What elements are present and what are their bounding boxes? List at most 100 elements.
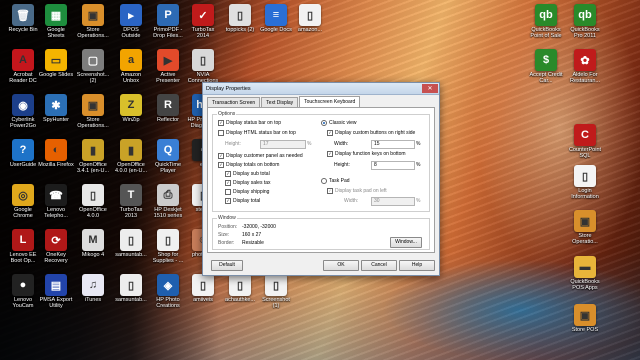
desktop-icon[interactable]: 🗑 Recycle Bin xyxy=(5,4,41,48)
display-custom-panel-checkbox[interactable]: ✓ xyxy=(218,153,224,159)
classic-view-radio[interactable] xyxy=(321,120,327,126)
dialog-titlebar[interactable]: Display Properties ✕ xyxy=(203,83,439,95)
desktop-icon[interactable]: ▯ Login Information xyxy=(567,165,603,209)
task-pad-width-field[interactable]: 30 xyxy=(371,197,415,206)
desktop-icon[interactable]: Q QuickTime Player xyxy=(150,139,186,183)
desktop-icon[interactable]: ▭ Google Slides xyxy=(38,49,74,93)
display-shipping-checkbox[interactable] xyxy=(225,189,231,195)
desktop-icon[interactable]: ✓ TurboTax 2014 xyxy=(185,4,221,48)
desktop-icon[interactable]: ◐ Mozilla Firefox xyxy=(38,139,74,183)
display-custom-buttons-option[interactable]: ✓ Display custom buttons on right side xyxy=(327,130,415,136)
display-sales-tax-checkbox[interactable]: ✓ xyxy=(225,180,231,186)
desktop-icon[interactable]: ◉ Cyberlink Power2Go xyxy=(5,94,41,138)
desktop-icon[interactable]: ▯ toppicks (2) xyxy=(222,4,258,48)
desktop-icon[interactable]: ▯ amazon... xyxy=(292,4,328,48)
nvia-icon: ▯ xyxy=(192,49,214,71)
display-function-keys-checkbox[interactable]: ✓ xyxy=(327,151,333,157)
display-totals-option[interactable]: ✓ Display totals on bottom xyxy=(218,162,279,168)
desktop-icon-label: Lenovo Telepho... xyxy=(44,207,68,219)
desktop-icon[interactable]: A Acrobat Reader DC xyxy=(5,49,41,93)
file-icon: ▯ xyxy=(229,4,251,26)
custom-buttons-width-unit-label: % xyxy=(416,141,421,147)
desktop-icon-label: TurboTax 2014 xyxy=(191,27,215,39)
pmsa-icon: ▤ xyxy=(45,274,67,296)
desktop-icon[interactable]: ⟳ OneKey Recovery xyxy=(38,229,74,273)
task-pad-radio[interactable] xyxy=(321,178,327,184)
desktop-icon[interactable]: qb QuickBooks Pro 2011 xyxy=(567,4,603,48)
desktop-icon[interactable]: ✿ Aldelo For Restauran... xyxy=(567,49,603,93)
classic-view-option[interactable]: Classic view xyxy=(321,120,357,126)
desktop-icon[interactable]: ⎙ HP Deskjet 1510 series xyxy=(150,184,186,228)
close-button[interactable]: ✕ xyxy=(422,84,438,93)
turbotax-icon: T xyxy=(120,184,142,206)
desktop-icon[interactable]: T TurboTax 2013 xyxy=(113,184,149,228)
display-total-checkbox[interactable]: ✓ xyxy=(225,198,231,204)
desktop-icon[interactable]: a Amazon Unbox xyxy=(113,49,149,93)
desktop-icon[interactable]: ▣ Store Operations... xyxy=(75,94,111,138)
border-label: Border: xyxy=(218,240,235,246)
display-shipping-option[interactable]: Display shipping xyxy=(225,189,269,195)
file-icon: ▯ xyxy=(120,229,142,251)
display-custom-panel-option[interactable]: ✓ Display customer panel as needed xyxy=(218,153,303,159)
desktop-icon[interactable]: ▯ OpenOffice 4.0.0 xyxy=(75,184,111,228)
desktop-icon[interactable]: M Mikogo 4 xyxy=(75,229,111,273)
desktop-icon[interactable]: P PrimoPDF - Drop Files... xyxy=(150,4,186,48)
desktop-icon[interactable]: qb QuickBooks Point of Sale xyxy=(528,4,564,48)
desktop-icon[interactable]: ▮ OpenOffice 4.0.0 (en-U... xyxy=(113,139,149,183)
display-total-option[interactable]: ✓ Display total xyxy=(225,198,260,204)
desktop-icon[interactable]: ▯ amiiveis xyxy=(185,274,221,318)
desktop-icon[interactable]: ◎ Google Chrome xyxy=(5,184,41,228)
desktop-icon[interactable]: ♫ iTunes xyxy=(75,274,111,318)
display-sales-tax-option[interactable]: ✓ Display sales tax xyxy=(225,180,271,186)
desktop-icon[interactable]: ? UserGuide xyxy=(5,139,41,183)
desktop-icon[interactable]: ▮ OpenOffice 3.4.1 (en-U... xyxy=(75,139,111,183)
firefox-icon: ◐ xyxy=(45,139,67,161)
desktop-icon[interactable]: ▯ samsuntab... xyxy=(113,274,149,318)
cancel-button[interactable]: Cancel xyxy=(361,260,397,271)
desktop-icon[interactable]: $ Accept Credit Car... xyxy=(528,49,564,93)
help-button[interactable]: Help xyxy=(399,260,435,271)
display-sub-total-option[interactable]: ✓ Display sub total xyxy=(225,171,270,177)
display-status-bar-checkbox[interactable]: ✓ xyxy=(218,120,224,126)
display-custom-buttons-checkbox[interactable]: ✓ xyxy=(327,130,333,136)
display-totals-checkbox[interactable]: ✓ xyxy=(218,162,224,168)
desktop-icon[interactable]: ▣ Store Operatio... xyxy=(567,210,603,254)
ok-button[interactable]: OK xyxy=(323,260,359,271)
desktop-icon[interactable]: C CounterPoint SQL xyxy=(567,124,603,168)
desktop-icon[interactable]: ◈ HP Photo Creations xyxy=(150,274,186,318)
display-html-status-checkbox[interactable] xyxy=(218,130,224,136)
desktop-icon[interactable]: ≡ Google Docs xyxy=(258,4,294,48)
desktop-icon[interactable]: ▬ QuickBooks POS Apps xyxy=(567,256,603,300)
desktop-icon[interactable]: ▦ Google Sheets xyxy=(38,4,74,48)
desktop-icon[interactable]: ▣ Store POS xyxy=(567,304,603,348)
window-button[interactable]: Window... xyxy=(390,237,422,248)
task-pad-option[interactable]: Task Pad xyxy=(321,178,350,184)
desktop-icon[interactable]: ▯ Shop for Supplies - ... xyxy=(150,229,186,273)
display-sub-total-checkbox[interactable]: ✓ xyxy=(225,171,231,177)
display-function-keys-option[interactable]: ✓ Display function keys on bottom xyxy=(327,151,406,157)
task-pad-width-label: Width: xyxy=(344,198,359,204)
desktop-icon[interactable]: R Reflector xyxy=(150,94,186,138)
desktop-icon[interactable]: ▸ DPOS Outside xyxy=(113,4,149,48)
desktop-icon[interactable]: ▯ achauthke... xyxy=(222,274,258,318)
desktop-icon[interactable]: ▯ Screenshot (1) xyxy=(258,274,294,318)
file-icon: ▯ xyxy=(299,4,321,26)
function-keys-height-field[interactable]: 8 xyxy=(371,161,415,170)
html-height-field[interactable]: 17 xyxy=(260,140,306,149)
custom-buttons-width-field[interactable]: 15 xyxy=(371,140,415,149)
desktop-icon[interactable]: ▣ Store Operations... xyxy=(75,4,111,48)
desktop-icon[interactable]: ● Lenovo YouCam xyxy=(5,274,41,318)
desktop-icon[interactable]: L Lenovo EE Boot Op... xyxy=(5,229,41,273)
desktop-icon[interactable]: ▢ Screenshot... (2) xyxy=(75,49,111,93)
display-html-status-option[interactable]: Display HTML status bar on top xyxy=(218,130,296,136)
display-task-pad-checkbox[interactable]: ✓ xyxy=(327,188,333,194)
desktop-icon[interactable]: ✱ SpyHunter xyxy=(38,94,74,138)
display-task-pad-option[interactable]: ✓ Display task pad on left xyxy=(327,188,387,194)
desktop-icon[interactable]: ▶ Active Presenter xyxy=(150,49,186,93)
desktop-icon[interactable]: ▯ samsuntab... xyxy=(113,229,149,273)
desktop-icon[interactable]: Z WinZip xyxy=(113,94,149,138)
desktop-icon[interactable]: ☎ Lenovo Telepho... xyxy=(38,184,74,228)
desktop-icon[interactable]: ▤ PMSA Export Utility xyxy=(38,274,74,318)
display-status-bar-option[interactable]: ✓ Display status bar on top xyxy=(218,120,281,126)
default-button[interactable]: Default xyxy=(211,260,243,271)
